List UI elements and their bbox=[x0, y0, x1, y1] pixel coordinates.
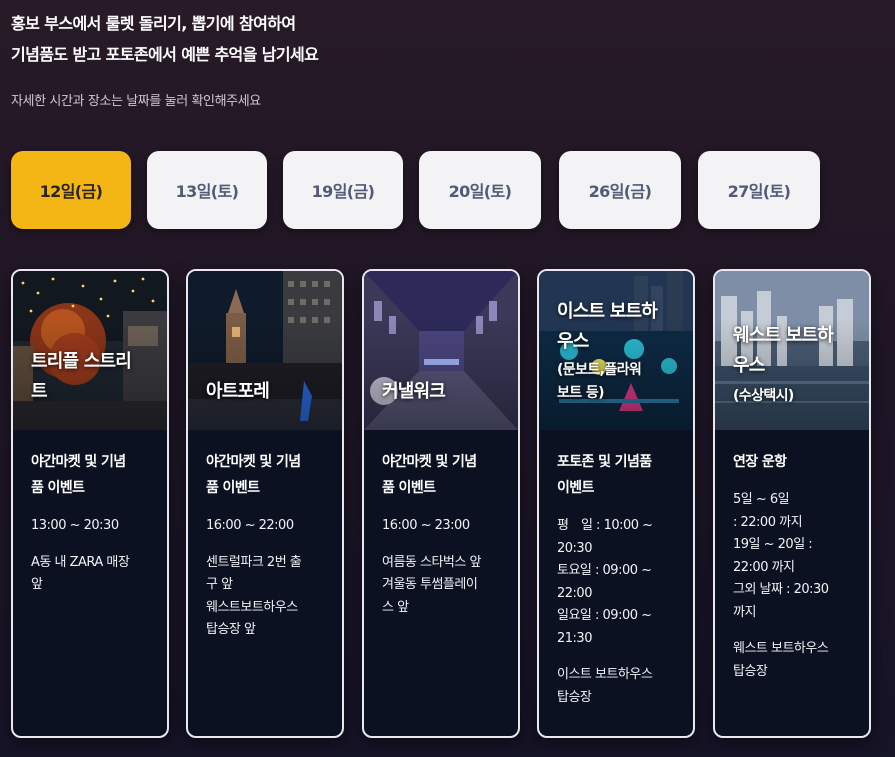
location-name: 트리플 스트리 트 bbox=[31, 351, 132, 402]
location-photo: 이스트 보트하 우스 (문보트,플라워 보트 등) bbox=[539, 271, 693, 430]
headline: 홍보 부스에서 룰렛 돌리기, 뽑기에 참여하여 기념품도 받고 포토존에서 예… bbox=[11, 8, 319, 70]
headline-line-1: 홍보 부스에서 룰렛 돌리기, 뽑기에 참여하여 bbox=[11, 14, 296, 33]
event-time: 평 일 : 10:00 ~ 20:30 토요일 : 09:00 ~ 22:00 … bbox=[557, 518, 653, 646]
event-location: 센트럴파크 2번 출 구 앞 웨스트보트하우스 탑승장 앞 bbox=[206, 554, 302, 638]
event-title: 야간마켓 및 기념 품 이벤트 bbox=[382, 454, 477, 496]
location-subtitle: (수상택시) bbox=[733, 388, 794, 404]
card-details: 연장 운항 5일 ~ 6일 : 22:00 까지 19일 ~ 20일 : 22:… bbox=[733, 449, 861, 683]
tab-20-sat[interactable]: 20일(토) bbox=[419, 151, 541, 229]
event-time: 16:00 ~ 22:00 bbox=[206, 518, 294, 533]
card-details: 야간마켓 및 기념 품 이벤트 13:00 ~ 20:30 A동 내 ZARA … bbox=[31, 449, 159, 597]
location-name: 이스트 보트하 우스 bbox=[557, 301, 658, 352]
card-details: 야간마켓 및 기념 품 이벤트 16:00 ~ 23:00 여름동 스타벅스 앞… bbox=[382, 449, 510, 619]
location-photo: 아트포레 bbox=[188, 271, 342, 430]
event-location: 여름동 스타벅스 앞 겨울동 투썸플레이 스 앞 bbox=[382, 554, 481, 615]
subtext: 자세한 시간과 장소는 날짜를 눌러 확인해주세요 bbox=[11, 94, 261, 109]
tab-12-fri[interactable]: 12일(금) bbox=[11, 151, 131, 229]
event-title: 야간마켓 및 기념 품 이벤트 bbox=[31, 454, 126, 496]
event-time: 16:00 ~ 23:00 bbox=[382, 518, 470, 533]
event-title: 연장 운항 bbox=[733, 454, 787, 470]
event-location: 웨스트 보트하우스 탑승장 bbox=[733, 641, 829, 679]
headline-line-2: 기념품도 받고 포토존에서 예쁜 추억을 남기세요 bbox=[11, 45, 319, 64]
tab-19-fri[interactable]: 19일(금) bbox=[283, 151, 403, 229]
card-details: 포토존 및 기념품 이벤트 평 일 : 10:00 ~ 20:30 토요일 : … bbox=[557, 449, 685, 709]
location-photo: 커낼워크 bbox=[364, 271, 518, 430]
location-card-triple-street[interactable]: 트리플 스트리 트 야간마켓 및 기념 품 이벤트 13:00 ~ 20:30 … bbox=[11, 269, 169, 738]
location-name: 웨스트 보트하 우스 bbox=[733, 325, 834, 376]
location-photo: 웨스트 보트하 우스 (수상택시) bbox=[715, 271, 869, 430]
location-name: 커낼워크 bbox=[382, 381, 446, 402]
card-details: 야간마켓 및 기념 품 이벤트 16:00 ~ 22:00 센트럴파크 2번 출… bbox=[206, 449, 334, 642]
location-card-art-foret[interactable]: 아트포레 야간마켓 및 기념 품 이벤트 16:00 ~ 22:00 센트럴파크… bbox=[186, 269, 344, 738]
event-time: 13:00 ~ 20:30 bbox=[31, 518, 119, 533]
tab-13-sat[interactable]: 13일(토) bbox=[147, 151, 267, 229]
event-location: A동 내 ZARA 매장 앞 bbox=[31, 554, 130, 593]
tab-27-sat[interactable]: 27일(토) bbox=[698, 151, 820, 229]
location-card-west-boathouse[interactable]: 웨스트 보트하 우스 (수상택시) 연장 운항 5일 ~ 6일 : 22:00 … bbox=[713, 269, 871, 738]
location-name: 아트포레 bbox=[206, 381, 270, 402]
location-card-canal-walk[interactable]: 커낼워크 야간마켓 및 기념 품 이벤트 16:00 ~ 23:00 여름동 스… bbox=[362, 269, 520, 738]
event-title: 야간마켓 및 기념 품 이벤트 bbox=[206, 454, 301, 496]
location-photo: 트리플 스트리 트 bbox=[13, 271, 167, 430]
location-subtitle: (문보트,플라워 보트 등) bbox=[557, 362, 642, 401]
event-title: 포토존 및 기념품 이벤트 bbox=[557, 454, 652, 496]
event-location: 이스트 보트하우스 탑승장 bbox=[557, 667, 653, 705]
event-time: 5일 ~ 6일 : 22:00 까지 19일 ~ 20일 : 22:00 까지 … bbox=[733, 492, 829, 620]
tab-26-fri[interactable]: 26일(금) bbox=[559, 151, 681, 229]
location-card-east-boathouse[interactable]: 이스트 보트하 우스 (문보트,플라워 보트 등) 포토존 및 기념품 이벤트 … bbox=[537, 269, 695, 738]
